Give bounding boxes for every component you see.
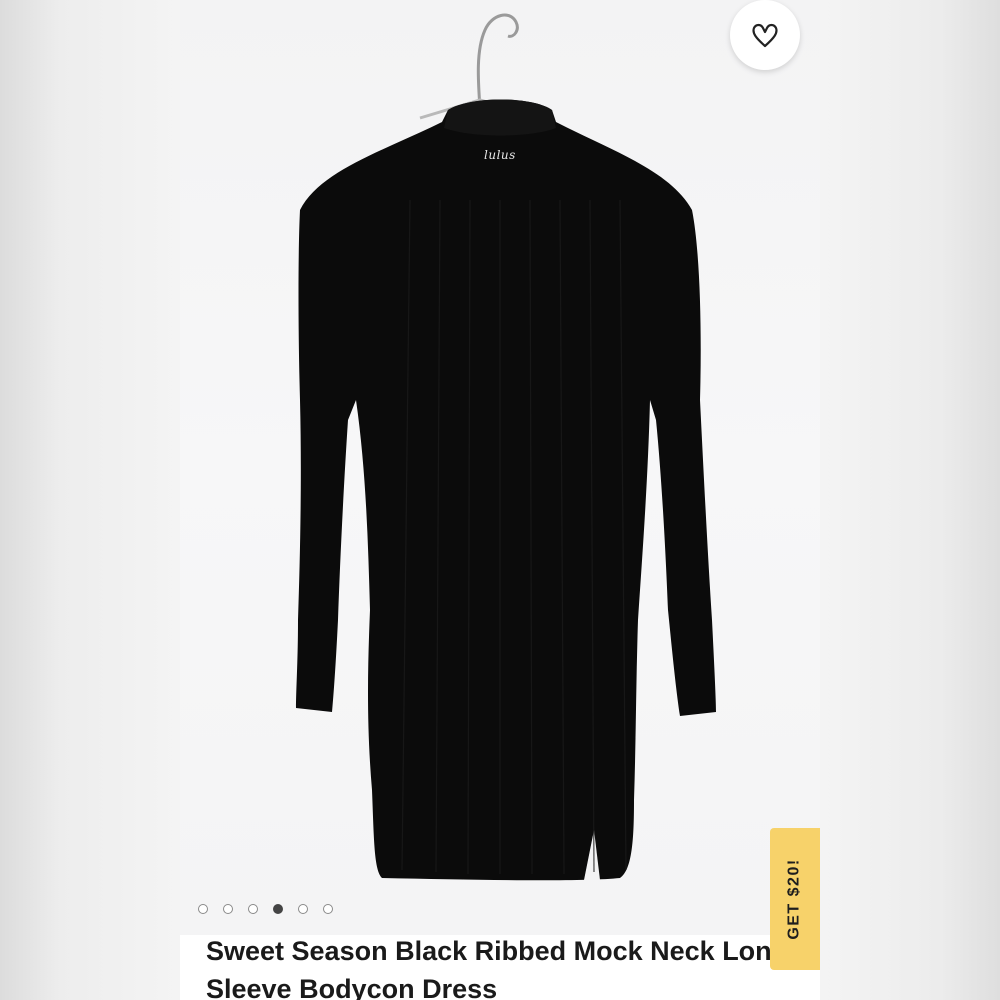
- dress-collar: [444, 99, 556, 136]
- carousel-dot[interactable]: [323, 904, 333, 914]
- carousel-dot[interactable]: [298, 904, 308, 914]
- hanger-hook: [476, 13, 519, 109]
- page: lulus Sweet Season Black Ribbed Mock Nec…: [0, 0, 1000, 1000]
- promo-tab[interactable]: GET $20!: [770, 828, 820, 970]
- dress-body: [296, 99, 716, 881]
- brand-label: lulus: [484, 148, 516, 162]
- product-title: Sweet Season Black Ribbed Mock Neck Long…: [206, 936, 789, 1000]
- carousel-dots: [198, 904, 333, 914]
- promo-label: GET $20!: [786, 858, 804, 940]
- dress-photo: [296, 13, 716, 881]
- carousel-dot[interactable]: [198, 904, 208, 914]
- carousel-dot-active[interactable]: [273, 904, 283, 914]
- carousel-dot[interactable]: [223, 904, 233, 914]
- title-area: Sweet Season Black Ribbed Mock Neck Long…: [206, 932, 806, 1000]
- favorite-button[interactable]: [730, 0, 800, 70]
- product-card: lulus Sweet Season Black Ribbed Mock Nec…: [180, 0, 820, 1000]
- heart-icon: [752, 23, 778, 48]
- product-image[interactable]: lulus: [180, 0, 820, 935]
- carousel-dot[interactable]: [248, 904, 258, 914]
